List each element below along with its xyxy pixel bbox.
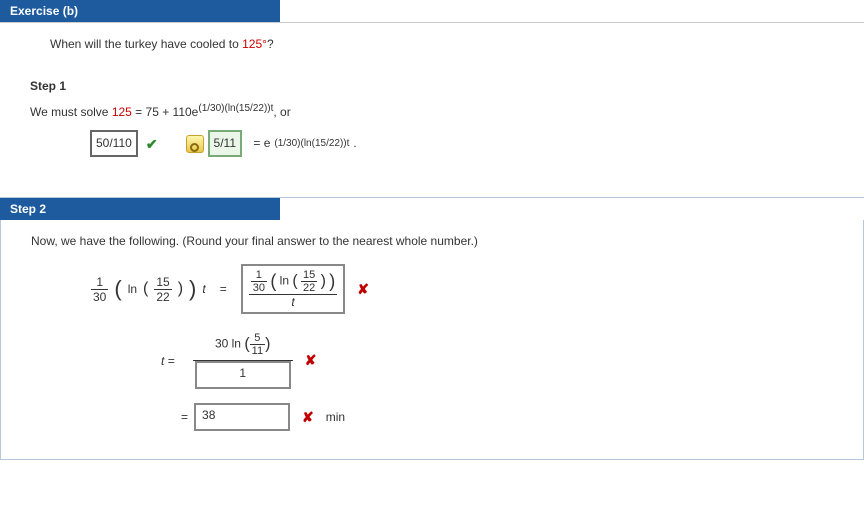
step1-body: We must solve 125 = 75 + 110e(1/30)(ln(1… [30, 101, 864, 157]
cross-icon: ✘ [302, 409, 314, 426]
target-temp: 125° [242, 37, 267, 51]
question-text: When will the turkey have cooled to 125°… [0, 23, 864, 69]
step1-label: Step 1 [30, 79, 864, 93]
check-icon: ✔ [146, 133, 158, 155]
step2-row1: 1 30 ( ln ( 15 22 ) ) t = 1 30 ( ln [91, 264, 843, 314]
answer-input-1[interactable]: 50/110 [90, 130, 138, 157]
step2-intro: Now, we have the following. (Round your … [31, 234, 843, 248]
step1-exp: (1/30)(ln(15/22))t [198, 103, 273, 114]
answer-input-3[interactable]: 1 30 ( ln ( 15 22 ) ) t [241, 264, 346, 314]
unit-label: min [326, 410, 345, 424]
step2-row2: t = 30 ln (511) 1 ✘ [161, 332, 843, 389]
step2-body: Now, we have the following. (Round your … [0, 220, 864, 460]
cross-icon: ✘ [305, 352, 317, 369]
answer-input-2[interactable]: 5/11 [208, 130, 242, 157]
answer-input-4[interactable]: 1 [195, 361, 291, 389]
step1-rhs: = 75 + 110e [132, 105, 199, 119]
answer-input-5[interactable]: 38 [194, 403, 290, 431]
cross-icon: ✘ [357, 281, 369, 298]
key-icon [186, 135, 204, 153]
step2-header: Step 2 [0, 198, 280, 220]
step2-row3: = 38 ✘ min [161, 403, 843, 431]
step1-lhs: 125 [112, 105, 132, 119]
exercise-title: Exercise (b) [10, 4, 78, 18]
exercise-header: Exercise (b) [0, 0, 280, 22]
